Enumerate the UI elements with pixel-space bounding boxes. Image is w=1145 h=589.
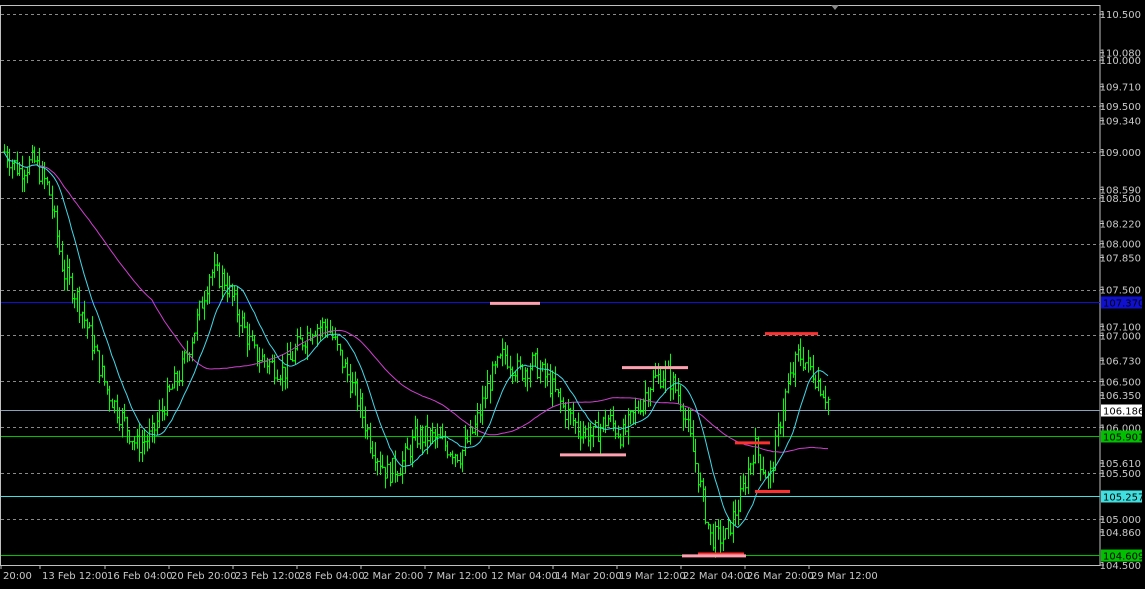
price-axis: 110.500110.080110.000109.710109.500109.3… (1100, 10, 1145, 572)
price-label: 105.257 (1103, 493, 1144, 504)
price-tick-label: 110.500 (1100, 10, 1141, 21)
price-tick-label: 108.500 (1100, 194, 1141, 205)
time-tick-label: 14 Mar 20:00 (555, 571, 622, 582)
time-tick-label: 7 Mar 12:00 (427, 571, 487, 582)
price-tick-label: 109.710 (1100, 83, 1141, 94)
price-tick-label: 106.730 (1100, 356, 1141, 367)
price-tick-label: 110.000 (1100, 56, 1141, 67)
price-tick-label: 105.000 (1100, 515, 1141, 526)
fast-moving-average (3, 151, 829, 529)
level-markers (490, 301, 818, 558)
price-label: 106.186 (1103, 407, 1144, 418)
price-tick-label: 107.850 (1100, 253, 1141, 264)
time-axis: 20:00 13 Feb 12:00 16 Feb 04:0020 Feb 20:0… (0, 565, 1100, 582)
price-tick-label: 106.350 (1100, 391, 1141, 402)
ohlc-bars (2, 144, 831, 558)
price-tick-label: 104.860 (1100, 528, 1141, 539)
price-tick-label: 104.500 (1100, 561, 1141, 572)
price-tick-label: 109.500 (1100, 102, 1141, 113)
time-tick-label: 13 Feb 12:00 (42, 571, 108, 582)
price-tick-label: 107.000 (1100, 331, 1141, 342)
time-tick-label: 2 Mar 20:00 (363, 571, 423, 582)
price-tick-label: 108.000 (1100, 240, 1141, 251)
price-chart[interactable]: 110.500110.080110.000109.710109.500109.3… (0, 0, 1145, 585)
time-tick-label: 29 Mar 12:00 (811, 571, 878, 582)
time-tick-label: 23 Feb 12:00 (235, 571, 301, 582)
time-tick-label: 28 Feb 04:00 (299, 571, 365, 582)
shift-marker-icon (831, 5, 839, 10)
time-tick-label: 22 Mar 04:00 (683, 571, 750, 582)
time-tick-label: 26 Mar 20:00 (747, 571, 814, 582)
price-tick-label: 105.500 (1100, 469, 1141, 480)
chart-window[interactable]: 110.500 110.080 110.000 109.710 109.500 109.3… (0, 0, 1145, 585)
plot-border (0, 5, 1101, 566)
price-tick-label: 106.500 (1100, 377, 1141, 388)
price-tick-label: 109.000 (1100, 148, 1141, 159)
price-label: 107.370 (1103, 299, 1144, 310)
moving-averages (3, 151, 829, 529)
price-tick-label: 107.500 (1100, 286, 1141, 297)
time-tick-label: 20 Feb 20:00 (171, 571, 237, 582)
time-tick-label: 16 Feb 04:00 (107, 571, 173, 582)
price-tick-label: 108.220 (1100, 219, 1141, 230)
price-label: 105.901 (1103, 433, 1144, 444)
time-tick-label: 19 Mar 12:00 (619, 571, 686, 582)
price-label: 104.609 (1103, 552, 1144, 563)
time-tick-label: 12 Mar 04:00 (491, 571, 558, 582)
time-tick-label: 20:00 (3, 571, 32, 582)
price-tick-label: 109.340 (1100, 117, 1141, 128)
grid (0, 5, 1101, 566)
